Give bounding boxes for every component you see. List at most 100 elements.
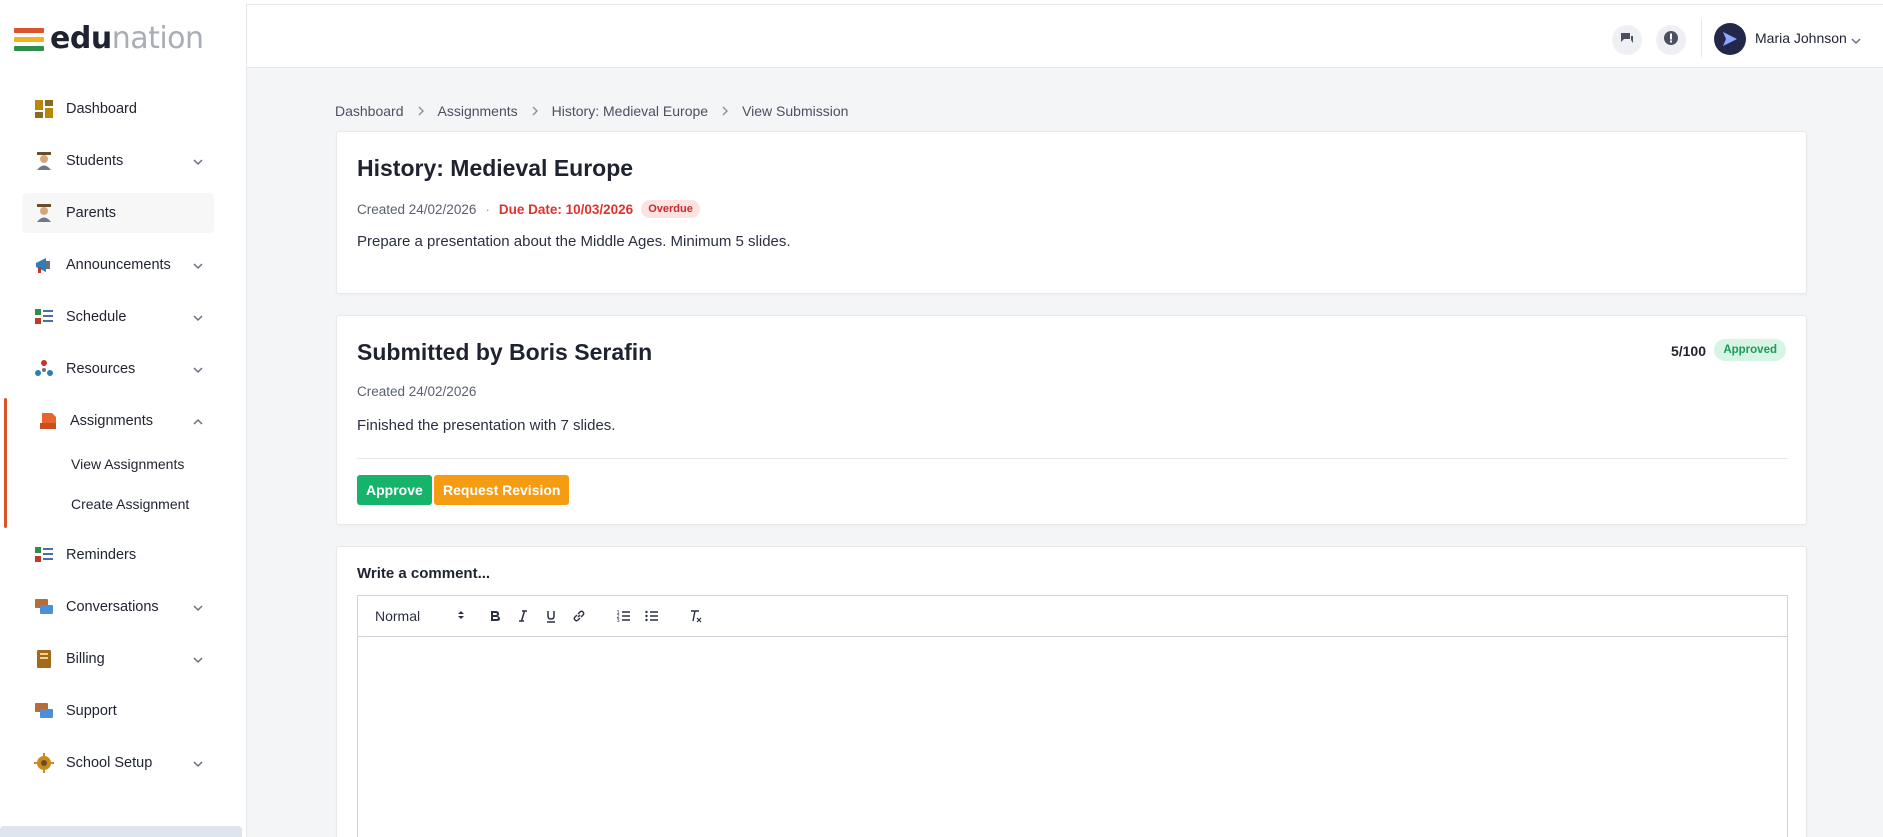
chevron-down-icon[interactable] [1850,34,1862,52]
select-arrows-icon [457,608,465,624]
sidebar-item-label: Support [66,703,117,719]
assignment-card: History: Medieval Europe Created 24/02/2… [336,131,1807,294]
status-bar [0,826,242,837]
sidebar-item-announcements[interactable]: Announcements [22,245,214,285]
comment-card: Write a comment... Normal 123 [336,546,1807,837]
sidebar-item-label: Dashboard [66,101,137,117]
sidebar-item-students[interactable]: Students [22,141,214,181]
sidebar-item-label: Billing [66,651,105,667]
submission-score: 5/100 [1670,343,1706,359]
chevron-right-icon [720,106,730,116]
sidebar-item-label: Parents [66,205,116,221]
logo[interactable]: edunation [14,24,204,54]
sidebar-item-resources[interactable]: Resources [22,349,214,389]
chevron-down-icon [192,311,204,323]
status-badge: Overdue [641,200,700,218]
comment-title: Write a comment... [357,565,491,582]
resources-icon [34,359,54,379]
chevron-down-icon [192,259,204,271]
submission-card: Submitted by Boris Serafin 5/100 Approve… [336,315,1807,525]
sidebar-item-label: Announcements [66,257,171,273]
sidebar-item-dashboard[interactable]: Dashboard [22,89,214,129]
megaphone-icon [34,255,54,275]
billing-icon [34,649,54,669]
support-icon [34,701,54,721]
alert-icon [1663,30,1679,51]
chat-icon [1619,30,1635,51]
approve-button[interactable]: Approve [357,475,432,505]
sidebar-item-label: Assignments [70,413,154,429]
header-divider [1701,19,1702,57]
sidebar-item-conversations[interactable]: Conversations [22,587,214,627]
assignment-title: History: Medieval Europe [357,155,634,181]
assignment-icon [38,411,58,431]
sidebar-item-support[interactable]: Support [22,691,214,731]
chevron-right-icon [416,106,426,116]
sidebar-item-school-setup[interactable]: School Setup [22,743,214,783]
clear-format-icon[interactable] [681,604,709,628]
sidebar-item-label: Reminders [66,547,137,563]
assignment-meta: Created 24/02/2026 · Due Date: 10/03/202… [357,200,700,218]
chevron-right-icon [530,106,540,116]
comment-editor[interactable] [357,636,1788,837]
request-revision-button[interactable]: Request Revision [434,475,570,505]
gear-icon [34,753,54,773]
avatar[interactable] [1714,23,1746,55]
assignment-created-date: Created 24/02/2026 [357,201,477,217]
sidebar-subitem-create-assignment[interactable]: Create Assignment [71,496,189,512]
breadcrumb-current: View Submission [742,103,849,119]
divider [357,458,1788,459]
breadcrumb-item[interactable]: Assignments [438,103,518,119]
sidebar-item-billing[interactable]: Billing [22,639,214,679]
top-bar: Maria Johnson [247,4,1883,68]
sidebar-subitem-view-assignments[interactable]: View Assignments [71,456,184,472]
chevron-down-icon [192,757,204,769]
editor-toolbar: Normal 123 [357,595,1788,637]
chat-button[interactable] [1612,25,1642,55]
sidebar-item-label: Students [66,153,124,169]
sidebar-item-label: Schedule [66,309,127,325]
sidebar-item-reminders[interactable]: Reminders [22,535,214,575]
format-select-value: Normal [375,608,421,624]
bold-icon[interactable] [481,604,509,628]
active-section-indicator [4,398,7,528]
breadcrumb-item[interactable]: Dashboard [335,103,404,119]
sidebar-item-label: School Setup [66,755,153,771]
sidebar: edunation Dashboard Students Parents Ann… [0,0,247,837]
meta-separator: · [485,201,490,217]
format-select[interactable]: Normal [375,608,465,624]
chevron-down-icon [192,363,204,375]
chevron-down-icon [192,653,204,665]
parent-icon [34,203,54,223]
chevron-up-icon [192,415,204,427]
schedule-icon [34,307,54,327]
dashboard-icon [34,99,54,119]
ordered-list-icon[interactable]: 123 [609,604,637,628]
submission-title: Submitted by Boris Serafin [357,339,653,365]
italic-icon[interactable] [509,604,537,628]
bullet-list-icon[interactable] [637,604,665,628]
sidebar-item-label: Resources [66,361,136,377]
alert-button[interactable] [1656,25,1686,55]
sidebar-item-parents[interactable]: Parents [22,193,214,233]
user-name[interactable]: Maria Johnson [1755,30,1847,46]
breadcrumb: Dashboard Assignments History: Medieval … [335,103,848,119]
chevron-down-icon [192,601,204,613]
breadcrumb-item[interactable]: History: Medieval Europe [552,103,708,119]
reminders-icon [34,545,54,565]
assignment-description: Prepare a presentation about the Middle … [357,233,791,250]
conversations-icon [34,597,54,617]
student-icon [34,151,54,171]
link-icon[interactable] [565,604,593,628]
underline-icon[interactable] [537,604,565,628]
logo-text: edunation [50,21,204,56]
submission-text: Finished the presentation with 7 slides. [357,417,616,434]
logo-mark-icon [14,27,44,51]
chevron-down-icon [192,155,204,167]
status-badge: Approved [1714,339,1786,361]
svg-text:3: 3 [616,618,619,623]
sidebar-item-assignments[interactable]: Assignments [26,401,218,441]
sidebar-item-label: Conversations [66,599,159,615]
sidebar-item-schedule[interactable]: Schedule [22,297,214,337]
assignment-due-date: Due Date: 10/03/2026 [498,201,634,217]
